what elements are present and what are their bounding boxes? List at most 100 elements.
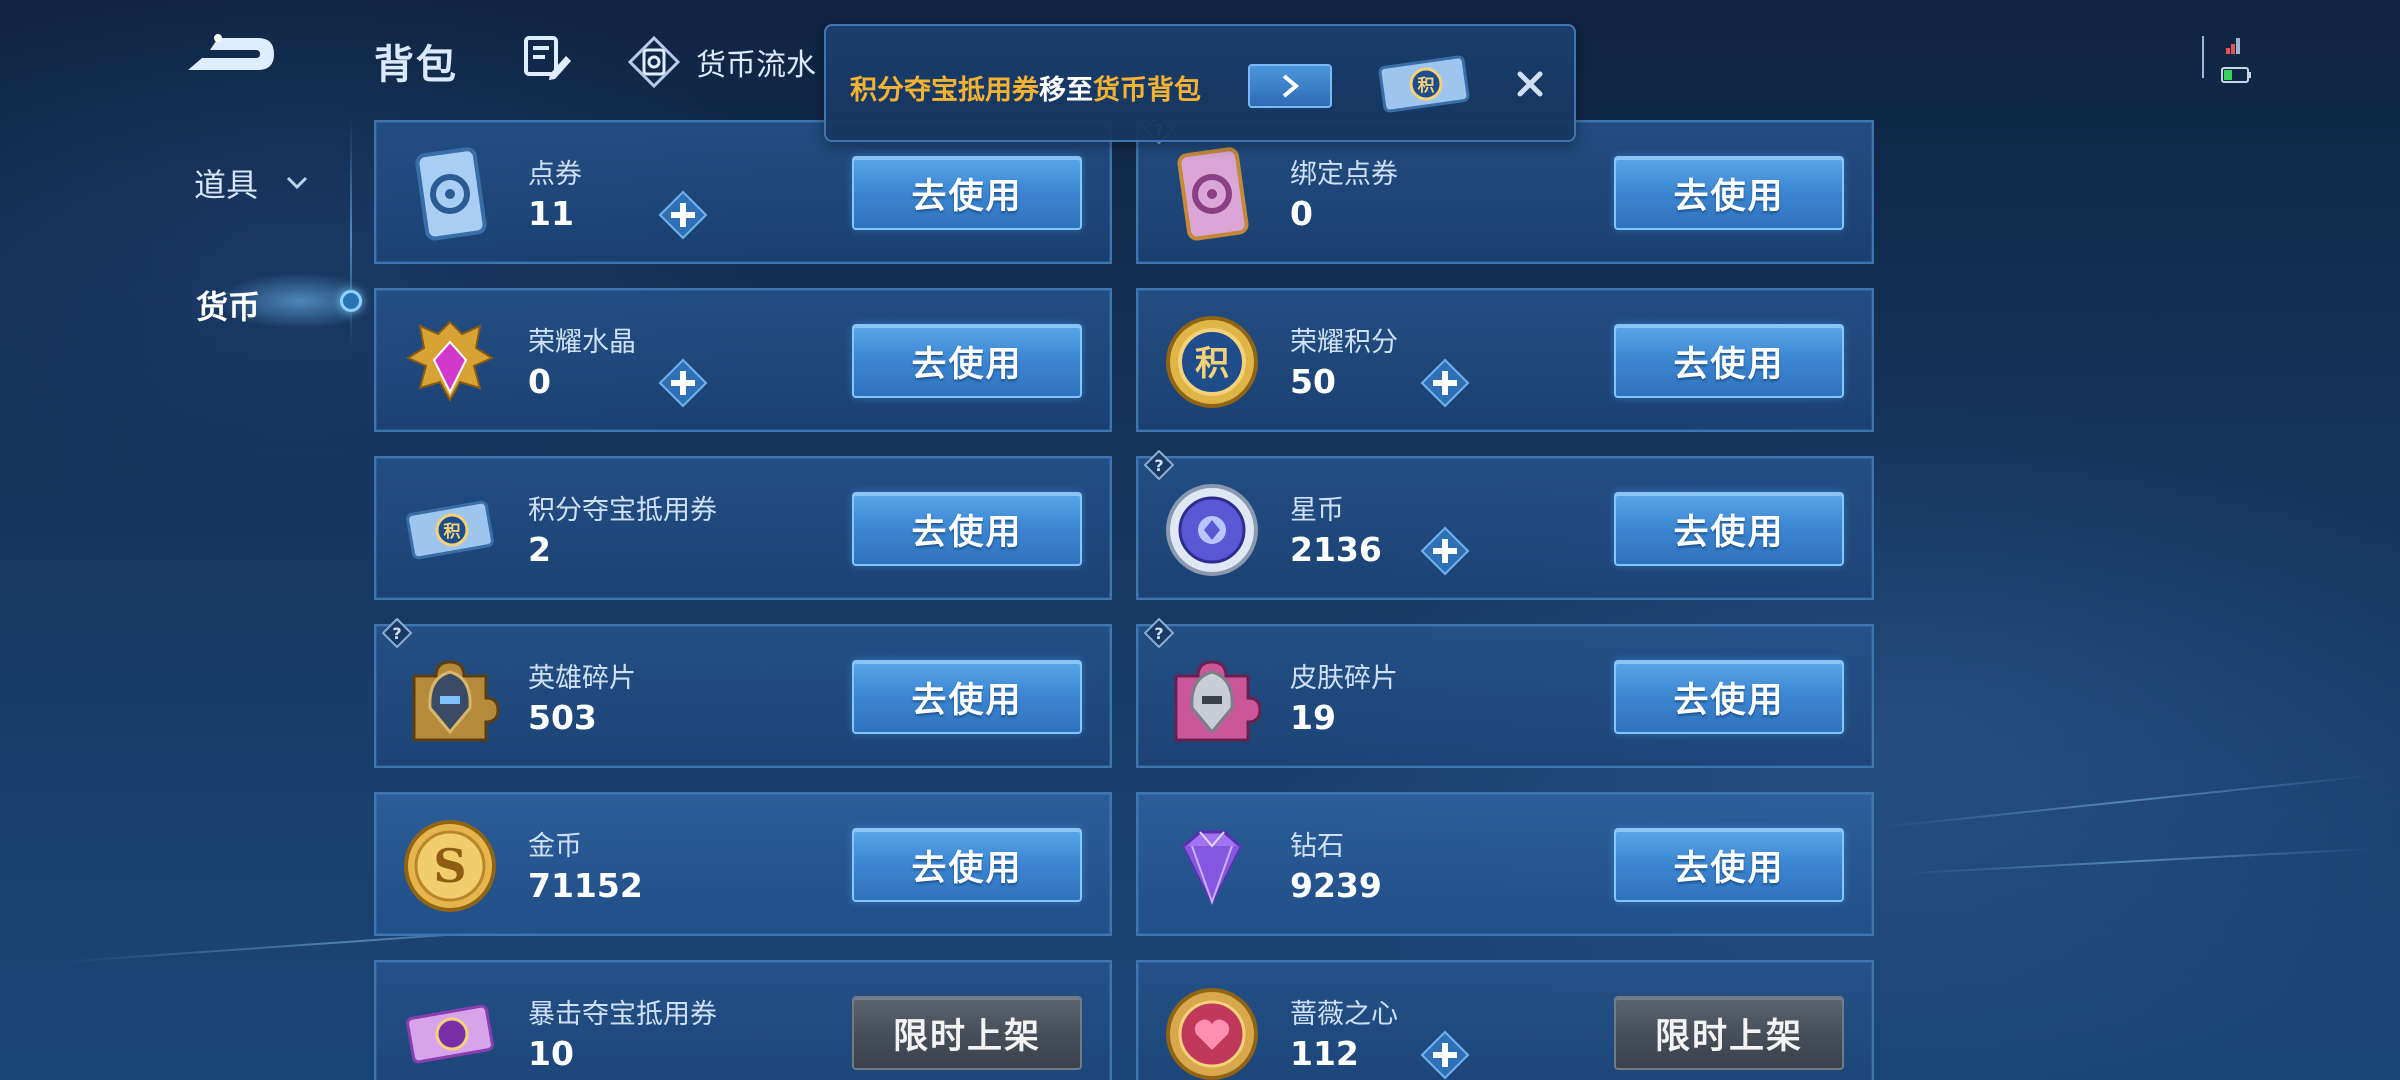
toast-verb: 移至 bbox=[1039, 75, 1093, 106]
svg-text:?: ? bbox=[392, 624, 401, 643]
currency-name: 英雄碎片 bbox=[528, 663, 636, 694]
toast-item-name: 积分夺宝抵用券 bbox=[850, 75, 1039, 106]
bg-streak bbox=[1881, 773, 2379, 829]
toast-destination: 货币背包 bbox=[1093, 75, 1201, 106]
plus-icon[interactable] bbox=[1420, 1030, 1470, 1080]
use-button[interactable]: 去使用 bbox=[1614, 324, 1844, 398]
chevron-down-icon bbox=[286, 176, 308, 190]
currency-count: 11 bbox=[528, 194, 574, 233]
currency-count: 50 bbox=[1290, 362, 1336, 401]
currency-card-points-lottery-coupon: 积 积分夺宝抵用券 2 去使用 bbox=[374, 456, 1112, 600]
currency-count: 0 bbox=[528, 362, 551, 401]
bg-streak bbox=[1900, 847, 2380, 875]
glory-points-icon: 积 bbox=[1166, 316, 1258, 408]
sidebar-item-label: 道具 bbox=[194, 166, 259, 204]
crit-coupon-icon bbox=[406, 1004, 494, 1064]
toast-message: 积分夺宝抵用券移至货币背包 bbox=[850, 68, 1201, 107]
edit-list-icon[interactable] bbox=[524, 36, 572, 82]
back-icon[interactable] bbox=[180, 30, 280, 80]
gold-coin-icon: S bbox=[404, 820, 496, 912]
close-icon[interactable] bbox=[1512, 66, 1548, 102]
currency-name: 金币 bbox=[528, 831, 582, 862]
status-icons bbox=[2202, 36, 2251, 83]
currency-flow-icon bbox=[628, 36, 680, 88]
points-coupon-icon: 积 bbox=[406, 500, 494, 560]
plus-icon[interactable] bbox=[1420, 526, 1470, 576]
currency-count: 2 bbox=[528, 530, 551, 569]
use-button[interactable]: 去使用 bbox=[852, 324, 1082, 398]
sidebar-item-currency[interactable]: 货币 bbox=[196, 282, 260, 328]
currency-flow-label: 货币流水 bbox=[696, 48, 816, 83]
svg-text:积: 积 bbox=[1195, 344, 1229, 384]
voucher-icon bbox=[415, 147, 487, 241]
use-button[interactable]: 去使用 bbox=[1614, 156, 1844, 230]
hero-shard-icon bbox=[412, 660, 500, 742]
points-coupon-icon: 积 bbox=[1378, 55, 1470, 113]
use-button[interactable]: 去使用 bbox=[1614, 828, 1844, 902]
currency-card-glory-points: 积 荣耀积分 50 去使用 bbox=[1136, 288, 1874, 432]
currency-count: 112 bbox=[1290, 1034, 1359, 1073]
sidebar-item-props[interactable]: 道具 bbox=[194, 160, 308, 206]
bound-voucher-icon bbox=[1177, 147, 1249, 241]
use-button[interactable]: 去使用 bbox=[852, 492, 1082, 566]
plus-icon[interactable] bbox=[1420, 358, 1470, 408]
currency-count: 9239 bbox=[1290, 866, 1382, 905]
currency-card-gold: S 金币 71152 去使用 bbox=[374, 792, 1112, 936]
diamond-icon bbox=[1182, 830, 1242, 906]
currency-card-crit-lottery-coupon: 暴击夺宝抵用券 10 限时上架 bbox=[374, 960, 1112, 1080]
currency-card-rose-heart: 蔷薇之心 112 限时上架 bbox=[1136, 960, 1874, 1080]
currency-grid: 点券 11 去使用 ? 绑定点券 0 去使用 荣耀水晶 0 bbox=[374, 120, 1874, 1080]
toast-go-button[interactable] bbox=[1248, 64, 1332, 108]
use-button[interactable]: 去使用 bbox=[1614, 660, 1844, 734]
currency-name: 星币 bbox=[1290, 495, 1344, 526]
svg-text:积: 积 bbox=[444, 522, 461, 542]
currency-name: 荣耀水晶 bbox=[528, 327, 636, 358]
currency-count: 10 bbox=[528, 1034, 574, 1073]
sidebar-selected-indicator bbox=[340, 290, 362, 312]
svg-text:S: S bbox=[433, 839, 466, 893]
currency-count: 2136 bbox=[1290, 530, 1382, 569]
help-icon[interactable]: ? bbox=[1144, 618, 1174, 648]
currency-name: 点券 bbox=[528, 159, 582, 190]
use-button[interactable]: 去使用 bbox=[852, 828, 1082, 902]
currency-count: 503 bbox=[528, 698, 597, 737]
currency-card-diamond: 钻石 9239 去使用 bbox=[1136, 792, 1874, 936]
page-title: 背包 bbox=[374, 42, 458, 88]
currency-count: 0 bbox=[1290, 194, 1313, 233]
svg-text:?: ? bbox=[1154, 456, 1163, 475]
sidebar-divider bbox=[350, 120, 352, 350]
svg-text:积: 积 bbox=[1418, 76, 1435, 96]
skin-shard-icon bbox=[1174, 660, 1262, 742]
svg-text:?: ? bbox=[1154, 624, 1163, 643]
sidebar-item-label: 货币 bbox=[196, 288, 261, 326]
currency-name: 绑定点券 bbox=[1290, 159, 1398, 190]
currency-card-star-coin: ? 星币 2136 去使用 bbox=[1136, 450, 1874, 600]
star-coin-icon bbox=[1166, 484, 1258, 576]
currency-name: 皮肤碎片 bbox=[1290, 663, 1398, 694]
limited-time-button[interactable]: 限时上架 bbox=[1614, 996, 1844, 1070]
currency-card-glory-crystal: 荣耀水晶 0 去使用 bbox=[374, 288, 1112, 432]
currency-name: 荣耀积分 bbox=[1290, 327, 1398, 358]
use-button[interactable]: 去使用 bbox=[852, 660, 1082, 734]
currency-card-hero-shard: ? 英雄碎片 503 去使用 bbox=[374, 618, 1112, 768]
use-button[interactable]: 去使用 bbox=[852, 156, 1082, 230]
use-button[interactable]: 去使用 bbox=[1614, 492, 1844, 566]
help-icon[interactable]: ? bbox=[382, 618, 412, 648]
currency-flow-tab[interactable]: 货币流水 bbox=[628, 36, 816, 88]
arrow-right-icon bbox=[1282, 74, 1300, 98]
move-notice-toast: 积分夺宝抵用券移至货币背包 积 bbox=[824, 24, 1576, 142]
limited-time-button[interactable]: 限时上架 bbox=[852, 996, 1082, 1070]
crystal-icon bbox=[405, 320, 495, 403]
battery-icon bbox=[2221, 67, 2251, 83]
currency-name: 蔷薇之心 bbox=[1290, 999, 1398, 1030]
currency-name: 钻石 bbox=[1290, 831, 1344, 862]
currency-name: 暴击夺宝抵用券 bbox=[528, 999, 717, 1030]
currency-name: 积分夺宝抵用券 bbox=[528, 495, 717, 526]
rose-heart-icon bbox=[1166, 988, 1258, 1080]
help-icon[interactable]: ? bbox=[1144, 450, 1174, 480]
plus-icon[interactable] bbox=[658, 358, 708, 408]
currency-count: 19 bbox=[1290, 698, 1336, 737]
plus-icon[interactable] bbox=[658, 190, 708, 240]
currency-card-skin-shard: ? 皮肤碎片 19 去使用 bbox=[1136, 618, 1874, 768]
currency-count: 71152 bbox=[528, 866, 643, 905]
